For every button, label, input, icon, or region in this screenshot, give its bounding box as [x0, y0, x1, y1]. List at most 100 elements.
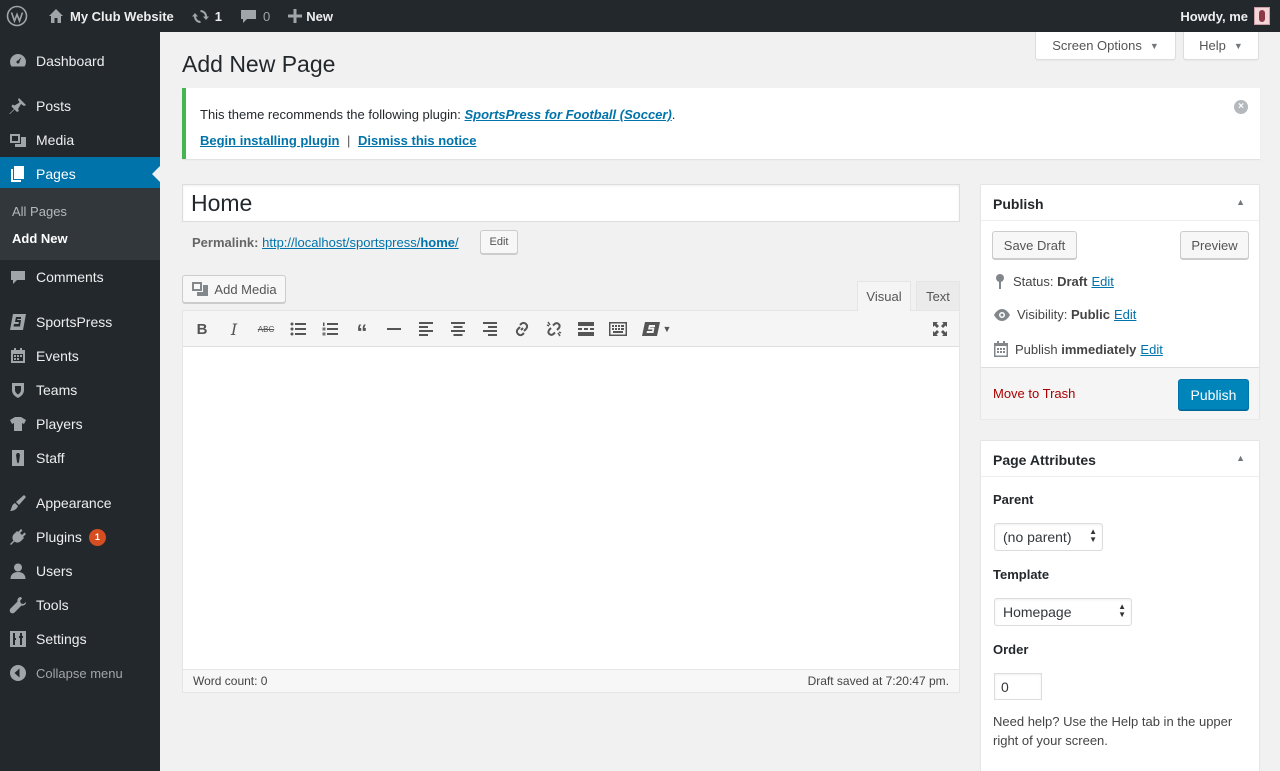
page-attributes-header[interactable]: Page Attributes ▲: [981, 441, 1259, 477]
updates-link[interactable]: 1: [182, 0, 230, 32]
move-to-trash-link[interactable]: Move to Trash: [993, 386, 1075, 401]
strikethrough-button[interactable]: ABC: [255, 318, 277, 340]
site-name-link[interactable]: My Club Website: [36, 0, 182, 32]
preview-button[interactable]: Preview: [1180, 231, 1249, 259]
toolbar-toggle-button[interactable]: [607, 318, 629, 340]
publish-button[interactable]: Publish: [1178, 379, 1249, 410]
parent-select[interactable]: (no parent) ▲ ▼: [994, 523, 1103, 551]
save-draft-button[interactable]: Save Draft: [992, 231, 1077, 259]
align-center-icon: [451, 322, 465, 336]
sidebar-item-dashboard[interactable]: Dashboard: [0, 44, 160, 78]
sidebar-item-appearance[interactable]: Appearance: [0, 486, 160, 520]
dismiss-notice-link[interactable]: Dismiss this notice: [358, 133, 476, 148]
sidebar-item-label: Settings: [36, 631, 87, 647]
edit-status-link[interactable]: Edit: [1091, 274, 1113, 289]
numbered-list-button[interactable]: [319, 318, 341, 340]
page-attributes-title: Page Attributes: [993, 452, 1096, 468]
screen-options-button[interactable]: Screen Options ▼: [1035, 32, 1176, 60]
read-more-button[interactable]: [575, 318, 597, 340]
align-center-button[interactable]: [447, 318, 469, 340]
permalink-url-link[interactable]: http://localhost/sportspress/home/: [262, 235, 459, 250]
parent-selected-value: (no parent): [1003, 529, 1072, 545]
sidebar-item-media[interactable]: Media: [0, 123, 160, 157]
sidebar-item-label: Appearance: [36, 495, 112, 511]
plug-icon: [10, 529, 26, 545]
read-more-icon: [578, 322, 594, 336]
comments-link[interactable]: 0: [230, 0, 278, 32]
permalink-slug: home: [420, 235, 456, 250]
visibility-row: Visibility: Public Edit: [993, 307, 1136, 322]
remove-link-button[interactable]: [543, 318, 565, 340]
new-content-link[interactable]: New: [278, 0, 341, 32]
calendar-icon: [994, 341, 1008, 357]
sidebar-item-label: Events: [36, 348, 79, 364]
sidebar-item-pages[interactable]: Pages: [0, 157, 160, 191]
plus-icon: [288, 9, 303, 23]
help-button[interactable]: Help ▼: [1183, 32, 1259, 60]
tab-visual[interactable]: Visual: [857, 281, 911, 311]
updates-count: 1: [214, 8, 223, 24]
submenu-add-new[interactable]: Add New: [12, 231, 68, 246]
submenu-all-pages[interactable]: All Pages: [12, 204, 67, 219]
editor-toolbar: B I ABC “ ▼: [183, 311, 959, 347]
template-select[interactable]: Homepage ▲ ▼: [994, 598, 1132, 626]
notice-actions: Begin installing plugin | Dismiss this n…: [200, 133, 477, 148]
sidebar-item-label: Plugins: [36, 529, 82, 545]
jersey-icon: [10, 417, 26, 431]
caret-up-icon[interactable]: ▲: [1236, 453, 1245, 463]
collapse-menu-button[interactable]: Collapse menu: [0, 656, 160, 690]
status-value: Draft: [1057, 273, 1088, 289]
sidebar-item-events[interactable]: Events: [0, 339, 160, 373]
sidebar-item-settings[interactable]: Settings: [0, 622, 160, 656]
draft-saved-status: Draft saved at 7:20:47 pm.: [807, 674, 949, 688]
dismiss-notice-close-icon[interactable]: ×: [1234, 100, 1248, 114]
page-title-input[interactable]: [182, 184, 960, 222]
my-account-link[interactable]: Howdy, me: [1170, 0, 1280, 32]
sidebar-item-staff[interactable]: Staff: [0, 441, 160, 475]
tab-text[interactable]: Text: [916, 281, 960, 310]
bulleted-list-button[interactable]: [287, 318, 309, 340]
sidebar-item-sportspress[interactable]: SportsPress: [0, 305, 160, 339]
link-icon: [515, 321, 529, 337]
blockquote-button[interactable]: “: [351, 318, 373, 345]
sportspress-shortcode-button[interactable]: ▼: [639, 318, 673, 340]
begin-installing-plugin-link[interactable]: Begin installing plugin: [200, 133, 339, 148]
page-title: Add New Page: [182, 51, 336, 77]
sidebar-item-plugins[interactable]: Plugins 1: [0, 520, 160, 554]
permalink-label: Permalink:: [192, 235, 259, 250]
sportspress-logo-icon: [10, 314, 26, 330]
notice-text: This theme recommends the following plug…: [200, 107, 465, 122]
edit-visibility-link[interactable]: Edit: [1114, 307, 1136, 322]
add-media-button[interactable]: Add Media: [182, 275, 286, 303]
media-camera-icon: [10, 134, 26, 147]
align-right-icon: [483, 322, 497, 336]
order-input[interactable]: [994, 673, 1042, 700]
insert-link-button[interactable]: [511, 318, 533, 340]
updates-icon: [191, 9, 209, 23]
wordpress-logo[interactable]: [0, 0, 36, 32]
template-label: Template: [993, 567, 1050, 582]
sportspress-logo-icon: [641, 322, 660, 336]
caret-up-icon[interactable]: ▲: [1236, 197, 1245, 207]
sidebar-item-posts[interactable]: Posts: [0, 89, 160, 123]
align-right-button[interactable]: [479, 318, 501, 340]
distraction-free-button[interactable]: [929, 318, 951, 340]
sidebar-item-teams[interactable]: Teams: [0, 373, 160, 407]
edit-publish-time-link[interactable]: Edit: [1140, 342, 1162, 357]
sidebar-item-tools[interactable]: Tools: [0, 588, 160, 622]
italic-button[interactable]: I: [223, 318, 245, 340]
publish-box-header[interactable]: Publish ▲: [981, 185, 1259, 221]
fullscreen-icon: [933, 322, 947, 336]
edit-permalink-button[interactable]: Edit: [480, 230, 518, 254]
sidebar-item-players[interactable]: Players: [0, 407, 160, 441]
align-left-button[interactable]: [415, 318, 437, 340]
numbered-list-icon: [322, 322, 338, 336]
notice-plugin-link[interactable]: SportsPress for Football (Soccer): [464, 107, 671, 122]
horizontal-line-button[interactable]: [383, 318, 405, 340]
sidebar-item-users[interactable]: Users: [0, 554, 160, 588]
sidebar-item-comments[interactable]: Comments: [0, 260, 160, 294]
sidebar-item-label: Teams: [36, 382, 78, 398]
content-editor: B I ABC “ ▼ Word count: 0 Draft saved at…: [182, 310, 960, 693]
order-label: Order: [993, 642, 1029, 657]
bold-button[interactable]: B: [191, 318, 213, 340]
